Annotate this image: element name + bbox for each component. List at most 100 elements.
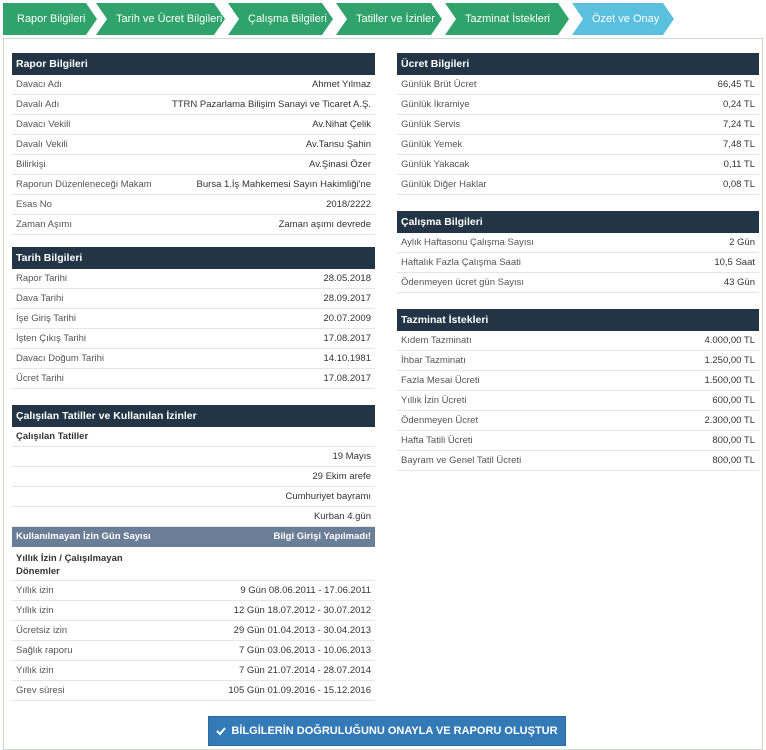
step-ozet-onay[interactable]: Özet ve Onay bbox=[572, 3, 674, 35]
right-column: Ücret Bilgileri Günlük Brüt Ücret 66,45 T… bbox=[397, 53, 759, 471]
row-value: Av.Şinasi Özer bbox=[309, 159, 371, 170]
row-label: Kıdem Tazminatı bbox=[401, 335, 472, 346]
row-label: Davalı Adı bbox=[16, 99, 60, 110]
step-tarih-ucret[interactable]: Tarih ve Ücret Bilgileri bbox=[96, 3, 225, 35]
table-row: Ücretsiz izin 29 Gün 01.04.2013 - 30.04.2… bbox=[12, 621, 375, 641]
row-value: 28.09.2017 bbox=[323, 293, 371, 304]
row-label: Yıllık İzin Ücreti bbox=[401, 395, 467, 406]
table-row: Günlük Yemek 7,48 TL bbox=[397, 135, 759, 155]
rapor-rows: Davacı Adı Ahmet Yılmaz Davalı Adı TTRN Paz… bbox=[12, 75, 375, 235]
row-label: Hafta Tatili Ücreti bbox=[401, 435, 473, 446]
row-label: Fazla Mesai Ücreti bbox=[401, 375, 480, 386]
tarih-section: Tarih Bilgileri Rapor Tarihi 28.05.2018 Da… bbox=[12, 247, 375, 389]
table-row: Raporun Düzenleneceği Makam Bursa 1.İş Ma… bbox=[12, 175, 375, 195]
row-value: 7,24 TL bbox=[722, 119, 755, 130]
row-value: 0,08 TL bbox=[722, 179, 755, 190]
holiday-row: 29 Ekim arefe bbox=[12, 467, 375, 487]
row-value: 600,00 TL bbox=[712, 395, 755, 406]
row-value: 105 Gün 01.09.2016 - 15.12.2016 bbox=[228, 685, 371, 696]
table-row: Günlük Yakacak 0,11 TL bbox=[397, 155, 759, 175]
table-row: Yıllık izin 7 Gün 21.07.2014 - 28.07.2014 bbox=[12, 661, 375, 681]
step-tazminat-istekleri[interactable]: Tazminat İstekleri bbox=[445, 3, 569, 35]
row-label: Günlük Diğer Haklar bbox=[401, 179, 487, 190]
row-value: 20.07.2009 bbox=[323, 313, 371, 324]
step-tatiller-izinler[interactable]: Tatiller ve İzinler bbox=[336, 3, 442, 35]
row-value: 9 Gün 08.06.2011 - 17.06.2011 bbox=[240, 585, 371, 596]
row-value: TTRN Pazarlama Bilişim Sanayi ve Ticaret… bbox=[171, 99, 371, 110]
row-value: 12 Gün 18.07.2012 - 30.07.2012 bbox=[233, 605, 371, 616]
row-value: 7 Gün 03.06.2013 - 10.06.2013 bbox=[238, 645, 371, 656]
table-row: Günlük Brüt Ücret 66,45 TL bbox=[397, 75, 759, 95]
tatiller-section: Çalışılan Tatiller ve Kullanılan İzinler… bbox=[12, 405, 375, 701]
row-value: 2.300,00 TL bbox=[704, 415, 755, 426]
holiday-row: 19 Mayıs bbox=[12, 447, 375, 467]
row-label: Davacı Adı bbox=[16, 79, 62, 90]
section-title: Ücret Bilgileri bbox=[397, 53, 759, 75]
row-label: Bilirkişi bbox=[16, 159, 46, 170]
row-label: Davacı Doğum Tarihi bbox=[16, 353, 105, 364]
confirm-report-button[interactable]: BİLGİLERİN DOĞRULUĞUNU ONAYLA VE RAPORU … bbox=[208, 716, 566, 746]
row-label: Davalı Vekili bbox=[16, 139, 68, 150]
row-label: Esas No bbox=[16, 199, 52, 210]
row-label: Ödenmeyen ücret gün Sayısı bbox=[401, 277, 525, 288]
row-value: 1.500,00 TL bbox=[704, 375, 755, 386]
row-value: 10,5 Saat bbox=[714, 257, 755, 268]
holiday-name: 19 Mayıs bbox=[332, 451, 371, 462]
section-title: Rapor Bilgileri bbox=[12, 53, 375, 75]
holiday-name: 29 Ekim arefe bbox=[312, 471, 371, 482]
row-label: Yıllık izin bbox=[16, 665, 54, 676]
izin-status: Bilgi Girişi Yapılmadı! bbox=[273, 531, 372, 542]
tarih-rows: Rapor Tarihi 28.05.2018 Dava Tarihi 28.09.2… bbox=[12, 269, 375, 389]
izin-subheader: Yıllık İzin / Çalışılmayan Dönemler bbox=[12, 547, 375, 581]
section-title: Tazminat İstekleri bbox=[397, 309, 759, 331]
table-row: Zaman Aşımı Zaman aşımı devrede bbox=[12, 215, 375, 235]
row-value: 800,00 TL bbox=[712, 435, 755, 446]
row-value: 17.08.2017 bbox=[323, 373, 371, 384]
row-label: Ücret Tarihi bbox=[16, 373, 64, 384]
step-calisma-bilgileri[interactable]: Çalışma Bilgileri bbox=[228, 3, 333, 35]
row-value: 2 Gün bbox=[729, 237, 755, 248]
table-row: Ödenmeyen ücret gün Sayısı 43 Gün bbox=[397, 273, 759, 293]
row-label: Grev süresi bbox=[16, 685, 65, 696]
wizard-steps: Rapor Bilgileri Tarih ve Ücret Bilgileri… bbox=[0, 0, 766, 38]
row-label: Yıllık izin bbox=[16, 605, 54, 616]
table-row: İhbar Tazminatı 1.250,00 TL bbox=[397, 351, 759, 371]
tazminat-section: Tazminat İstekleri Kıdem Tazminatı 4.000,… bbox=[397, 309, 759, 471]
row-label: Günlük Yakacak bbox=[401, 159, 470, 170]
table-row: Davalı Vekili Av.Tansu Şahin bbox=[12, 135, 375, 155]
summary-panel: Rapor Bilgileri Davacı Adı Ahmet Yılmaz Da… bbox=[3, 38, 763, 750]
table-row: Yıllık İzin Ücreti 600,00 TL bbox=[397, 391, 759, 411]
ucret-section: Ücret Bilgileri Günlük Brüt Ücret 66,45 T… bbox=[397, 53, 759, 195]
table-row: Sağlık raporu 7 Gün 03.06.2013 - 10.06.20… bbox=[12, 641, 375, 661]
table-row: Aylık Haftasonu Çalışma Sayısı 2 Gün bbox=[397, 233, 759, 253]
izin-header: Kullanılmayan İzin Gün Sayısı Bilgi Giri… bbox=[12, 527, 375, 547]
table-row: Davacı Adı Ahmet Yılmaz bbox=[12, 75, 375, 95]
table-row: Yıllık izin 12 Gün 18.07.2012 - 30.07.201… bbox=[12, 601, 375, 621]
row-label: Günlük İkramiye bbox=[401, 99, 470, 110]
row-label: İşe Giriş Tarihi bbox=[16, 313, 77, 324]
table-row: Davalı Adı TTRN Pazarlama Bilişim Sanayi … bbox=[12, 95, 375, 115]
row-value: Zaman aşımı devrede bbox=[278, 219, 371, 230]
row-value: 4.000,00 TL bbox=[704, 335, 755, 346]
step-rapor-bilgileri[interactable]: Rapor Bilgileri bbox=[3, 3, 97, 35]
row-value: 17.08.2017 bbox=[323, 333, 371, 344]
table-row: Bayram ve Genel Tatil Ücreti 800,00 TL bbox=[397, 451, 759, 471]
holidays-subheader: Çalışılan Tatiller bbox=[12, 427, 375, 447]
section-title: Tarih Bilgileri bbox=[12, 247, 375, 269]
holidays-label: Çalışılan Tatiller bbox=[16, 431, 89, 442]
holiday-name: Kurban 4.gün bbox=[313, 511, 371, 522]
row-value: 800,00 TL bbox=[712, 455, 755, 466]
table-row: Kıdem Tazminatı 4.000,00 TL bbox=[397, 331, 759, 351]
holiday-list: 19 Mayıs 29 Ekim arefe Cumhuriyet bayramı K… bbox=[12, 447, 375, 527]
holiday-row: Cumhuriyet bayramı bbox=[12, 487, 375, 507]
row-label: Haftalık Fazla Çalışma Saati bbox=[401, 257, 521, 268]
row-value: 66,45 TL bbox=[717, 79, 755, 90]
row-value: 1.250,00 TL bbox=[704, 355, 755, 366]
check-icon bbox=[216, 727, 227, 736]
row-label: Bayram ve Genel Tatil Ücreti bbox=[401, 455, 522, 466]
holiday-name: Cumhuriyet bayramı bbox=[285, 491, 371, 502]
rapor-section: Rapor Bilgileri Davacı Adı Ahmet Yılmaz Da… bbox=[12, 53, 375, 235]
table-row: Yıllık izin 9 Gün 08.06.2011 - 17.06.2011 bbox=[12, 581, 375, 601]
calisma-section: Çalışma Bilgileri Aylık Haftasonu Çalışm… bbox=[397, 211, 759, 293]
row-value: 43 Gün bbox=[723, 277, 755, 288]
